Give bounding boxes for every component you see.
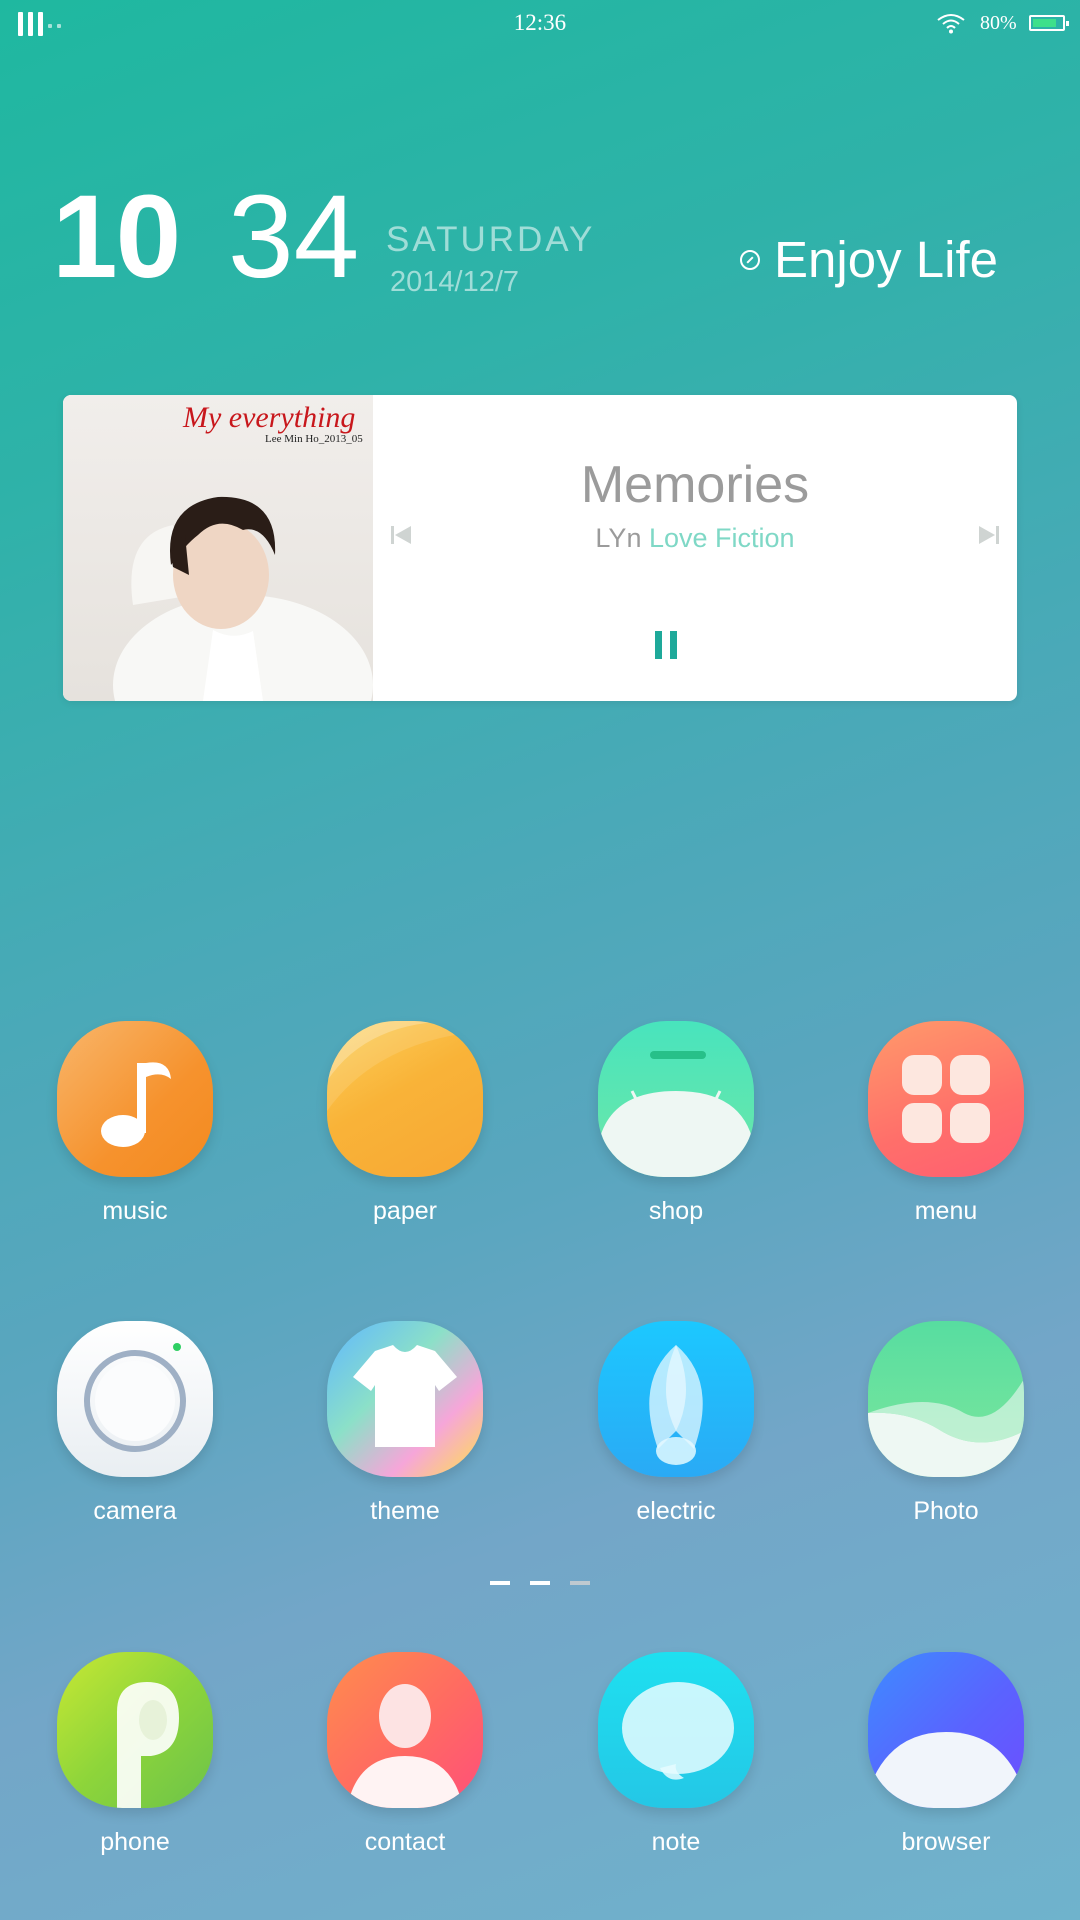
dock-contact[interactable]: contact: [305, 1652, 505, 1857]
app-label: shop: [648, 1197, 704, 1225]
app-theme[interactable]: theme: [305, 1321, 505, 1526]
song-album: Love Fiction: [648, 523, 795, 553]
browser-globe-icon[interactable]: [868, 1652, 1024, 1808]
leaf-icon: [740, 249, 760, 270]
page-indicator[interactable]: [0, 1581, 1080, 1585]
song-title: Memories: [580, 456, 810, 514]
app-shop[interactable]: shop: [576, 1021, 776, 1226]
dock-browser[interactable]: browser: [846, 1652, 1046, 1857]
status-time: 12:36: [513, 10, 567, 35]
dock-note[interactable]: note: [576, 1652, 776, 1857]
app-label: paper: [373, 1197, 437, 1225]
app-photo[interactable]: Photo: [846, 1321, 1046, 1526]
app-label: contact: [364, 1828, 446, 1856]
tshirt-icon[interactable]: [327, 1321, 483, 1477]
tagline: Enjoy Life: [740, 230, 998, 289]
app-label: note: [651, 1828, 701, 1856]
tagline-text: Enjoy Life: [774, 231, 998, 288]
phone-handset-icon[interactable]: [57, 1652, 213, 1808]
app-label: electric: [636, 1497, 716, 1525]
next-track-icon[interactable]: [977, 523, 1001, 547]
clock-hour[interactable]: 10: [52, 178, 181, 296]
app-paper[interactable]: paper: [305, 1021, 505, 1226]
note-bubble-icon[interactable]: [598, 1652, 754, 1808]
app-label: Photo: [913, 1497, 979, 1525]
pause-icon[interactable]: [655, 631, 679, 659]
album-cover[interactable]: My everything Lee Min Ho_2013_05: [63, 395, 373, 701]
status-bar: 12:36 80%: [0, 0, 1080, 50]
page-dot-2[interactable]: [530, 1581, 550, 1585]
app-label: menu: [914, 1197, 978, 1225]
paper-icon[interactable]: [327, 1021, 483, 1177]
song-artist: LYn: [595, 523, 642, 553]
clock-minute[interactable]: 34: [228, 178, 359, 296]
battery-percent: 80%: [980, 12, 1017, 34]
menu-grid-icon[interactable]: [868, 1021, 1024, 1177]
page-dot-3[interactable]: [570, 1581, 590, 1585]
electric-bulb-icon[interactable]: [598, 1321, 754, 1477]
app-label: music: [102, 1197, 168, 1225]
app-label: theme: [370, 1497, 440, 1525]
app-label: phone: [100, 1828, 170, 1856]
dock-phone[interactable]: phone: [35, 1652, 235, 1857]
photo-landscape-icon[interactable]: [868, 1321, 1024, 1477]
music-widget[interactable]: My everything Lee Min Ho_2013_05 Memorie…: [63, 395, 1017, 701]
app-music[interactable]: music: [35, 1021, 235, 1226]
album-cover-subtitle: Lee Min Ho_2013_05: [265, 433, 363, 445]
wifi-icon: [937, 14, 965, 34]
app-menu[interactable]: menu: [846, 1021, 1046, 1226]
contact-person-icon[interactable]: [327, 1652, 483, 1808]
album-portrait-image: [113, 496, 373, 701]
app-electric[interactable]: electric: [576, 1321, 776, 1526]
previous-track-icon[interactable]: [389, 523, 413, 547]
page-dot-1[interactable]: [490, 1581, 510, 1585]
app-label: camera: [93, 1497, 177, 1525]
album-cover-title: My everything: [183, 401, 356, 434]
app-label: browser: [901, 1828, 991, 1856]
camera-icon[interactable]: [57, 1321, 213, 1477]
song-meta: LYn Love Fiction: [373, 523, 1017, 554]
shop-android-icon[interactable]: [598, 1021, 754, 1177]
clock-day: SATURDAY: [386, 220, 596, 259]
clock-date: 2014/12/7: [390, 266, 520, 298]
music-note-icon[interactable]: [57, 1021, 213, 1177]
battery-icon: [1029, 15, 1069, 31]
app-camera[interactable]: camera: [35, 1321, 235, 1526]
